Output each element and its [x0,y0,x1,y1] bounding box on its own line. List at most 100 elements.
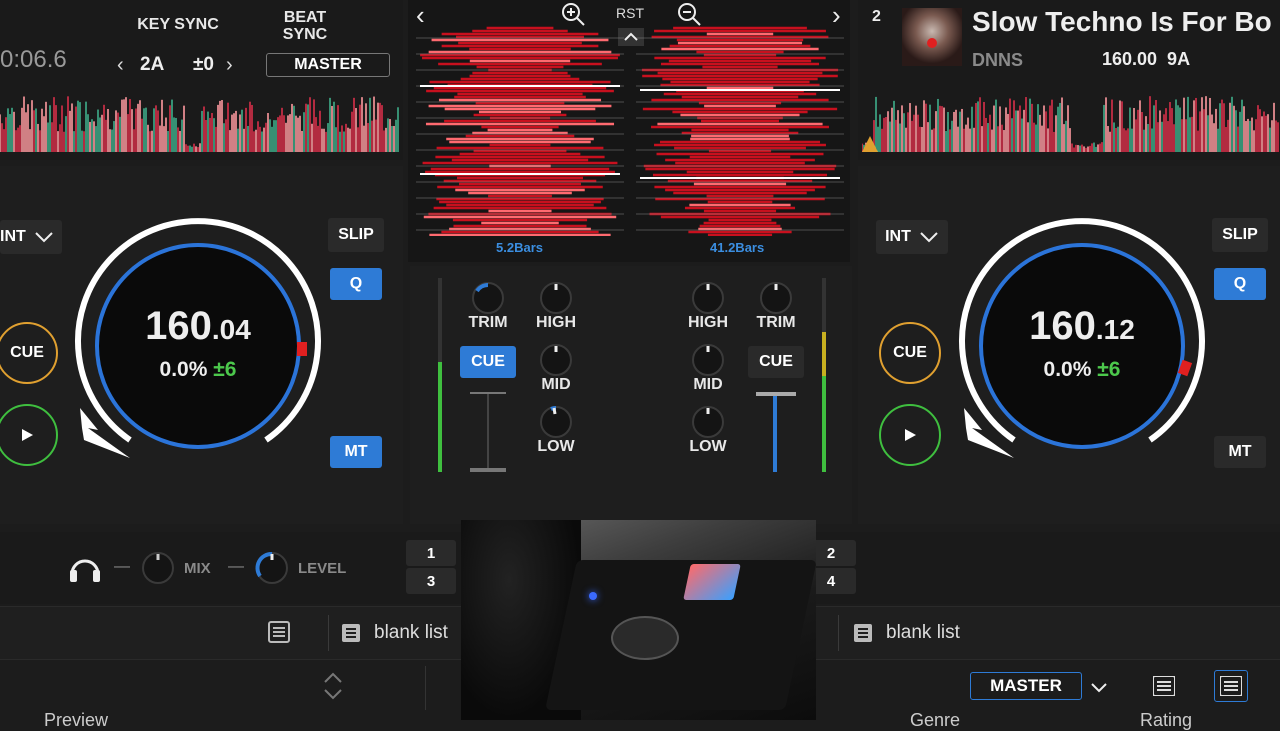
key-prev-icon[interactable]: ‹ [117,54,124,77]
deck1-slip-button[interactable]: SLIP [328,218,384,252]
playlist-icon [342,624,360,642]
deck2-overview-waveform[interactable] [862,86,1280,158]
right-playlist-label: blank list [886,622,960,643]
deck1-zoom-waveform[interactable] [412,24,628,236]
deck2-low-knob[interactable] [690,404,726,440]
deck1-channel-fader[interactable] [466,392,510,472]
deck1-cue-button[interactable]: CUE [0,322,58,384]
webcam-overlay [461,520,816,720]
deck2-play-button[interactable] [879,404,941,466]
key-next-icon[interactable]: › [226,54,233,77]
deck1-jog-wheel[interactable]: 160.04 0.0% ±6 [70,218,326,474]
deck-select-3[interactable]: 3 [406,568,456,594]
chevron-down-icon [35,232,53,243]
deck1-panel: INT SLIP Q MT CUE 160.04 0.0% ±6 [0,166,403,524]
level-label: LEVEL [298,560,347,577]
list-compact-icon[interactable] [1214,670,1248,702]
column-header-genre[interactable]: Genre [910,710,960,731]
rst-button[interactable]: RST [616,5,644,21]
deck1-key: 2A [140,54,165,75]
beat-sync-button[interactable]: BEAT SYNC [268,6,342,46]
key-sync-button[interactable]: KEY SYNC [120,10,236,40]
deck1-key-offset: ±0 [193,54,214,75]
mix-label: MIX [184,560,211,577]
deck1-bpm-int: 160 [145,304,212,348]
column-header-rating[interactable]: Rating [1140,710,1192,731]
deck2-mixer-cue-button[interactable]: CUE [748,346,804,378]
deck-select-1[interactable]: 1 [406,540,456,566]
deck1-trim-label: TRIM [468,314,508,331]
browser-master-button[interactable]: MASTER [970,672,1082,700]
chevron-down-icon[interactable] [1090,682,1108,694]
sort-updown-icon[interactable] [323,670,343,702]
deck1-high-knob[interactable] [538,280,574,316]
deck2-bpm: 160.12 [954,304,1210,349]
chevron-down-icon [920,232,938,243]
deck2-trim-label: TRIM [756,314,796,331]
mixer-panel: TRIM HIGH MID LOW CUE HIGH TRIM MID LOW … [410,266,852,524]
deck1-pitch-value: 0.0% [159,358,208,381]
deck1-pitch: 0.0% ±6 [70,358,326,382]
deck2-trim-knob[interactable] [758,280,794,316]
deck2-pitch-value: 0.0% [1043,358,1092,381]
deck2-mid-knob[interactable] [690,342,726,378]
deck1-q-button[interactable]: Q [330,268,382,300]
deck2-mt-button[interactable]: MT [1214,436,1266,468]
deck1-pitch-range: ±6 [213,358,237,381]
level-knob[interactable] [254,550,290,586]
deck2-artist: DNNS [972,50,1024,70]
deck2-channel-fader[interactable] [754,392,798,472]
deck2-pitch: 0.0% ±6 [954,358,1210,382]
deck2-zoom-waveform[interactable] [632,24,848,236]
deck2-jog-wheel[interactable]: 160.12 0.0% ±6 [954,218,1210,474]
deck2-slip-button[interactable]: SLIP [1212,218,1268,252]
deck1-low-label: LOW [537,438,575,455]
deck2-mid-label: MID [693,376,723,393]
tab-divider [328,615,329,651]
mix-knob[interactable] [140,550,176,586]
deck2-pitch-range: ±6 [1097,358,1121,381]
deck2-header: 2 Slow Techno Is For Bo DNNS 160.00 9A [858,0,1280,160]
list-detail-icon[interactable] [1150,672,1178,700]
separator-dash: — [228,558,244,575]
playlist-icon [854,624,872,642]
webcam-controller-shape [545,560,816,710]
deck1-level-meter [438,278,442,472]
deck1-int-button[interactable]: INT [0,220,62,254]
deck2-int-button[interactable]: INT [876,220,948,254]
deck1-play-button[interactable] [0,404,58,466]
headphones-icon [70,559,100,582]
webcam-screen-shape [683,564,741,600]
deck1-high-label: HIGH [536,314,576,331]
deck1-mixer-cue-button[interactable]: CUE [460,346,516,378]
zoom-waveform-panel: ‹ RST › 5.2Bars 41.2Bars [408,0,850,262]
beat-sync-line1: BEAT [283,9,327,26]
deck1-zoom-bars: 5.2Bars [496,240,543,255]
right-playlist-tab[interactable]: blank list [854,619,960,647]
deck2-bpm-dec: .12 [1095,314,1135,345]
deck2-q-button[interactable]: Q [1214,268,1266,300]
beat-sync-line2: SYNC [282,26,328,43]
deck1-int-label: INT [0,228,26,245]
deck1-overview-waveform[interactable] [0,86,400,158]
master-button[interactable]: MASTER [266,53,390,77]
deck2-high-knob[interactable] [690,280,726,316]
play-icon [22,429,33,441]
deck2-cue-button[interactable]: CUE [879,322,941,384]
list-view-icon[interactable] [268,621,290,643]
deck1-mid-knob[interactable] [538,342,574,378]
tab-divider [838,615,839,651]
deck1-bpm-dec: .04 [211,314,251,345]
deck2-zoom-bars: 41.2Bars [710,240,765,255]
deck1-bpm: 160.04 [70,304,326,349]
deck1-low-knob[interactable] [538,404,574,440]
column-header-preview[interactable]: Preview [44,710,108,731]
left-playlist-label: blank list [374,622,448,643]
deck2-high-label: HIGH [688,314,728,331]
deck1-time: 0:06.6 [0,46,67,73]
deck2-number: 2 [872,8,881,25]
deck1-mt-button[interactable]: MT [330,436,382,468]
deck1-trim-knob[interactable] [470,280,506,316]
left-playlist-tab[interactable]: blank list [342,619,448,647]
deck2-bpm-int: 160 [1029,304,1096,348]
